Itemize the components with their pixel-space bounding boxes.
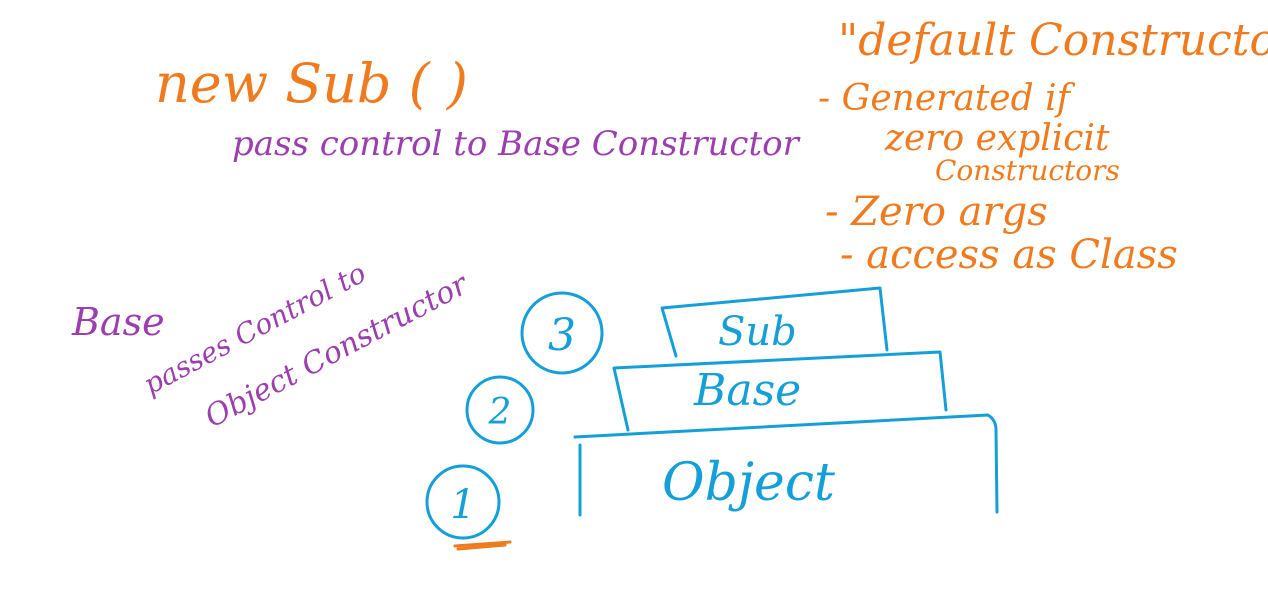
call-group: new Sub ( ) pass control to Base Constru…	[155, 52, 801, 164]
sub-box-label: Sub	[718, 309, 797, 355]
step-1-label: 1	[450, 482, 475, 528]
notes-item-2: - Zero args	[825, 189, 1048, 235]
call-text: new Sub ( )	[155, 52, 468, 115]
step-1-underline	[453, 540, 512, 551]
side-note-line-1: Base	[71, 300, 165, 344]
inheritance-stack: Sub Base Object	[573, 286, 999, 517]
notes-item-1-line-1: - Generated if	[818, 78, 1076, 119]
step-2-label: 2	[488, 392, 512, 433]
step-3-label: 3	[548, 310, 576, 361]
object-box-label: Object	[662, 453, 835, 513]
notes-heading: "default Constructor"	[838, 15, 1268, 66]
notes-item-3: - access as Class	[840, 232, 1178, 278]
whiteboard-canvas: new Sub ( ) pass control to Base Constru…	[0, 0, 1268, 590]
whiteboard-drawing: new Sub ( ) pass control to Base Constru…	[71, 15, 1268, 551]
notes-item-1-line-2: zero explicit	[884, 118, 1110, 159]
base-box-label: Base	[693, 365, 801, 416]
base-side-note: Base passes Control to Object Constructo…	[71, 256, 475, 435]
notes-item-1-line-3: Constructors	[935, 154, 1120, 187]
call-subtitle: pass control to Base Constructor	[232, 124, 801, 164]
default-constructor-notes: "default Constructor" - Generated if zer…	[818, 15, 1268, 278]
